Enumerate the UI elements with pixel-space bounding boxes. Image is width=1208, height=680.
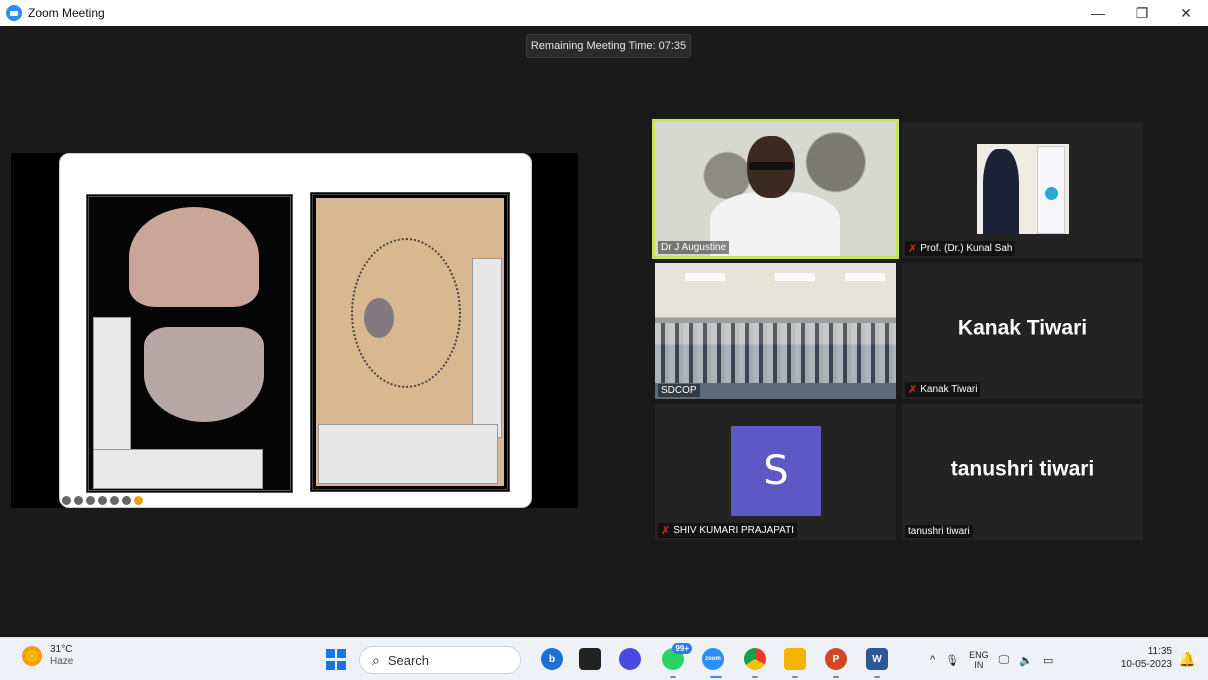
standee-banner	[1037, 146, 1065, 234]
participant-name-label: SDCOP	[658, 384, 700, 397]
eraser-tool-icon[interactable]	[134, 495, 143, 505]
meeting-area: Remaining Meeting Time: 07:35 Dr J Augus…	[5, 26, 1203, 637]
participant-figure	[983, 149, 1019, 234]
chrome-icon[interactable]	[744, 648, 766, 670]
participant-name-label: Dr J Augustine	[658, 241, 730, 254]
chevron-up-icon[interactable]: ^	[930, 654, 935, 666]
bing-chat-icon[interactable]: b	[541, 648, 563, 670]
shared-screen[interactable]	[11, 153, 578, 508]
powerpoint-icon[interactable]: P	[825, 648, 847, 670]
weather-widget[interactable]: 31°C Haze	[22, 644, 73, 668]
screen-tool-icon[interactable]	[98, 495, 107, 505]
whatsapp-icon[interactable]: 99+	[662, 643, 692, 670]
file-explorer-icon[interactable]	[784, 648, 806, 670]
muted-mic-icon: ✗	[908, 243, 918, 255]
participant-tile[interactable]: ✗ Prof. (Dr.) Kunal Sah	[902, 122, 1143, 258]
notification-bell-icon[interactable]: 🔔	[1179, 651, 1196, 668]
color-tool-icon[interactable]	[122, 495, 131, 505]
minimize-button[interactable]: —	[1076, 0, 1120, 26]
participant-tile[interactable]: Dr J Augustine	[652, 119, 899, 259]
participant-display-name: Kanak Tiwari	[957, 316, 1088, 340]
video-feed	[655, 263, 896, 399]
zoom-logo-icon	[6, 5, 22, 21]
lower-dental-cast	[144, 327, 264, 422]
forensic-scale-horizontal	[93, 449, 263, 489]
glasses	[749, 162, 793, 170]
zoom-tool-icon[interactable]	[86, 495, 95, 505]
network-icon[interactable]: 🖵	[999, 654, 1010, 667]
forensic-scale-vertical	[472, 258, 502, 438]
skin-surface	[316, 198, 504, 486]
participant-tile[interactable]: S ✗ SHIV KUMARI PRAJAPATI	[655, 404, 896, 540]
sun-haze-icon	[22, 646, 42, 666]
close-button[interactable]: ✕	[1164, 0, 1208, 26]
word-icon[interactable]: W	[866, 648, 888, 670]
bite-mark-photo	[310, 192, 510, 492]
clock-date: 10-05-2023	[1120, 659, 1172, 670]
participant-name-label: tanushri tiwari	[905, 525, 973, 538]
clock-time: 11:35	[1147, 646, 1172, 657]
notification-badge: 99+	[672, 643, 692, 654]
participant-tile[interactable]: tanushri tiwari tanushri tiwari	[902, 404, 1143, 540]
video-feed	[977, 144, 1069, 234]
title-bar: Zoom Meeting — ❐ ✕	[0, 0, 1208, 26]
microphone-icon[interactable]: 🎙	[945, 654, 959, 667]
participant-tile[interactable]: Kanak Tiwari ✗ Kanak Tiwari	[902, 263, 1143, 399]
window-title: Zoom Meeting	[28, 6, 105, 20]
audience-rows	[655, 323, 896, 383]
forensic-scale-horizontal	[318, 424, 498, 484]
task-view-icon[interactable]	[579, 648, 601, 670]
participant-name-label: ✗ Kanak Tiwari	[905, 382, 981, 397]
windows-start-icon[interactable]	[325, 648, 347, 670]
pen-tool-icon[interactable]	[74, 495, 83, 505]
presentation-slide	[59, 153, 532, 508]
zoom-icon[interactable]: zoom	[702, 648, 724, 670]
pointer-tool-icon[interactable]	[62, 495, 71, 505]
muted-mic-icon: ✗	[661, 525, 671, 537]
participant-name-label: ✗ SHIV KUMARI PRAJAPATI	[658, 523, 797, 538]
participant-name-label: ✗ Prof. (Dr.) Kunal Sah	[905, 241, 1016, 256]
video-feed	[655, 122, 896, 256]
restore-button[interactable]: ❐	[1120, 0, 1164, 26]
window-controls: — ❐ ✕	[1076, 0, 1208, 26]
weather-temp: 31°C	[50, 644, 73, 655]
windows-taskbar: 31°C Haze ⌕ Search b 99+ zoom P W ^ 🎙 EN…	[0, 637, 1208, 680]
language-indicator[interactable]: ENG IN	[969, 650, 989, 670]
remaining-time-badge: Remaining Meeting Time: 07:35	[526, 34, 691, 58]
annotation-toolbar	[62, 493, 143, 507]
upper-dental-cast	[129, 207, 259, 307]
participant-display-name: tanushri tiwari	[950, 457, 1095, 481]
taskbar-search[interactable]: ⌕ Search	[359, 646, 521, 674]
bruise-mark	[364, 298, 394, 338]
participant-figure	[710, 192, 840, 256]
search-label: Search	[387, 652, 430, 668]
participant-tile[interactable]: SDCOP	[655, 263, 896, 399]
dental-cast-photo	[86, 194, 293, 493]
system-tray: ^ 🎙 ENG IN 🖵 🔈 ▭	[930, 646, 1053, 674]
battery-icon[interactable]: ▭	[1043, 654, 1053, 667]
meet-icon[interactable]	[619, 648, 641, 670]
volume-icon[interactable]: 🔈	[1019, 654, 1033, 667]
camera-tool-icon[interactable]	[110, 495, 119, 505]
search-icon: ⌕	[372, 651, 380, 668]
weather-condition: Haze	[50, 656, 74, 667]
avatar: S	[731, 426, 821, 516]
taskbar-clock[interactable]: 11:35 10-05-2023	[1121, 645, 1172, 671]
muted-mic-icon: ✗	[908, 384, 918, 396]
